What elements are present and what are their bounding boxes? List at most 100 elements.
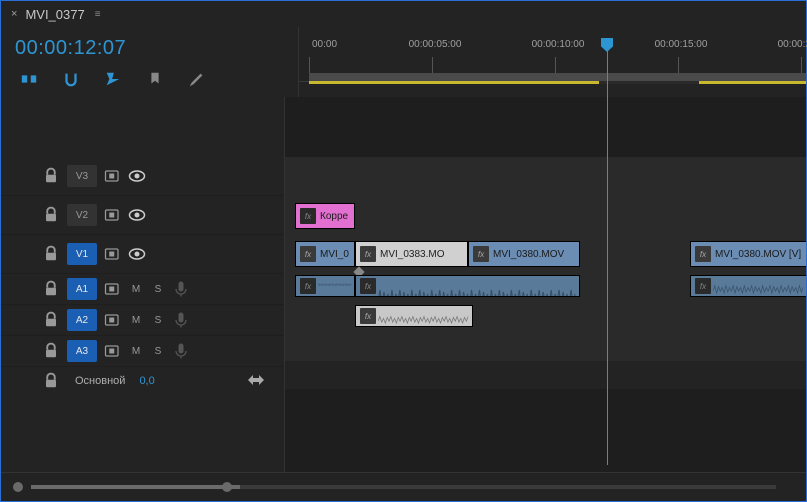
track-header-a3[interactable]: A3 M S (1, 336, 284, 367)
track-content-area[interactable]: fx Корре fx MVI_0 fx MVI_0383.MO fx MVI_… (284, 97, 806, 472)
track-target-a3[interactable]: A3 (67, 340, 97, 362)
track-row-a3[interactable] (285, 331, 806, 362)
master-track-value[interactable]: 0,0 (139, 375, 154, 387)
snap-icon[interactable] (61, 69, 81, 89)
track-target-v2[interactable]: V2 (67, 204, 97, 226)
track-visibility-icon[interactable] (127, 166, 147, 186)
track-row-v1[interactable]: fx MVI_0 fx MVI_0383.MO fx MVI_0380.MOV … (285, 233, 806, 272)
fx-badge[interactable]: fx (695, 246, 711, 262)
track-header-v2[interactable]: V2 (1, 196, 284, 235)
clip[interactable]: fx (295, 275, 355, 297)
lock-icon[interactable] (41, 244, 61, 264)
track-header-v1[interactable]: V1 (1, 235, 284, 274)
marker-icon[interactable] (145, 69, 165, 89)
clip[interactable]: fx MVI_0380.MOV (468, 241, 580, 267)
work-area-bar[interactable] (309, 73, 806, 81)
clip[interactable]: fx (355, 275, 580, 297)
clip[interactable]: fx (355, 305, 473, 327)
solo-button[interactable]: S (149, 311, 167, 329)
lock-icon[interactable] (41, 341, 61, 361)
time-ruler[interactable]: 00:00 00:00:05:00 00:00:10:00 00:00:15:0… (299, 53, 806, 82)
linked-selection-icon[interactable] (103, 69, 123, 89)
solo-button[interactable]: S (149, 280, 167, 298)
clip[interactable]: fx MVI_0 (295, 241, 355, 267)
playhead-handle[interactable] (601, 38, 613, 52)
scroll-track[interactable] (31, 485, 776, 489)
sync-lock-icon[interactable] (103, 341, 123, 361)
scroll-thumb[interactable] (31, 485, 240, 489)
track-target-a1[interactable]: A1 (67, 278, 97, 300)
track-header-a1[interactable]: A1 M S (1, 274, 284, 305)
clip[interactable]: fx Корре (295, 203, 355, 229)
track-visibility-icon[interactable] (127, 205, 147, 225)
timeline-header-left: 00:00:12:07 (1, 27, 298, 97)
clip-name: MVI_0380.MOV (493, 249, 564, 260)
track-row-a1[interactable]: fx fx fx (285, 271, 806, 302)
lock-icon[interactable] (41, 205, 61, 225)
track-visibility-icon[interactable] (127, 244, 147, 264)
waveform (378, 282, 577, 297)
lock-icon[interactable] (41, 371, 61, 391)
track-target-v3[interactable]: V3 (67, 165, 97, 187)
mute-button[interactable]: M (127, 280, 145, 298)
track-row-v2[interactable]: fx Корре (285, 195, 806, 234)
fx-badge[interactable]: fx (473, 246, 489, 262)
fx-badge[interactable]: fx (300, 278, 316, 294)
clip[interactable]: fx (690, 275, 806, 297)
mute-button[interactable]: M (127, 342, 145, 360)
lock-icon[interactable] (41, 310, 61, 330)
waveform (318, 282, 352, 289)
clip-name: MVI_0383.MO (380, 249, 444, 260)
clip[interactable]: fx MVI_0383.MO (355, 241, 468, 267)
master-track-label: Основной (75, 375, 125, 387)
fx-badge[interactable]: fx (300, 246, 316, 262)
tab-menu-icon[interactable]: ≡ (95, 9, 101, 20)
track-target-a2[interactable]: A2 (67, 309, 97, 331)
ruler-tick: 00:00:20:00 (774, 39, 807, 50)
track-row-master[interactable] (285, 361, 806, 390)
track-target-v1[interactable]: V1 (67, 243, 97, 265)
settings-icon[interactable] (187, 69, 207, 89)
ruler-tick: 00:00:05:00 (405, 39, 465, 50)
sync-lock-icon[interactable] (103, 166, 123, 186)
zoom-scrollbar (1, 472, 806, 501)
fx-badge[interactable]: fx (300, 208, 316, 224)
insert-overwrite-icon[interactable] (19, 69, 39, 89)
track-header-a2[interactable]: A2 M S (1, 305, 284, 336)
tab-bar: × MVI_0377 ≡ (1, 1, 806, 27)
sync-lock-icon[interactable] (103, 310, 123, 330)
lock-icon[interactable] (41, 166, 61, 186)
waveform (378, 312, 470, 327)
fx-badge[interactable]: fx (360, 308, 376, 324)
ruler-tick: 00:00:15:00 (651, 39, 711, 50)
render-bar (309, 81, 599, 84)
lock-icon[interactable] (41, 279, 61, 299)
mute-button[interactable]: M (127, 311, 145, 329)
fx-badge[interactable]: fx (695, 278, 711, 294)
sync-lock-icon[interactable] (103, 279, 123, 299)
solo-button[interactable]: S (149, 342, 167, 360)
voice-over-icon[interactable] (171, 310, 191, 330)
render-bar (599, 81, 699, 84)
sync-lock-icon[interactable] (103, 205, 123, 225)
tab-close-button[interactable]: × (11, 8, 17, 20)
track-header-v3[interactable]: V3 (1, 157, 284, 196)
ruler-tick: 00:00:10:00 (528, 39, 588, 50)
output-icon[interactable] (248, 373, 264, 390)
clip[interactable]: fx MVI_0380.MOV [V] (690, 241, 806, 267)
sync-lock-icon[interactable] (103, 244, 123, 264)
voice-over-icon[interactable] (171, 279, 191, 299)
fx-badge[interactable]: fx (360, 246, 376, 262)
zoom-handle-right[interactable] (222, 482, 232, 492)
clip-name: MVI_0 (320, 249, 349, 260)
zoom-handle-left[interactable] (13, 482, 23, 492)
render-bar (699, 81, 806, 84)
voice-over-icon[interactable] (171, 341, 191, 361)
master-track-header[interactable]: Основной 0,0 (1, 367, 284, 395)
playhead[interactable] (607, 45, 608, 465)
fx-badge[interactable]: fx (360, 278, 376, 294)
track-row-v3[interactable] (285, 157, 806, 196)
playhead-timecode[interactable]: 00:00:12:07 (15, 37, 298, 60)
tab-title[interactable]: MVI_0377 (25, 7, 84, 22)
track-row-a2[interactable]: fx (285, 301, 806, 332)
